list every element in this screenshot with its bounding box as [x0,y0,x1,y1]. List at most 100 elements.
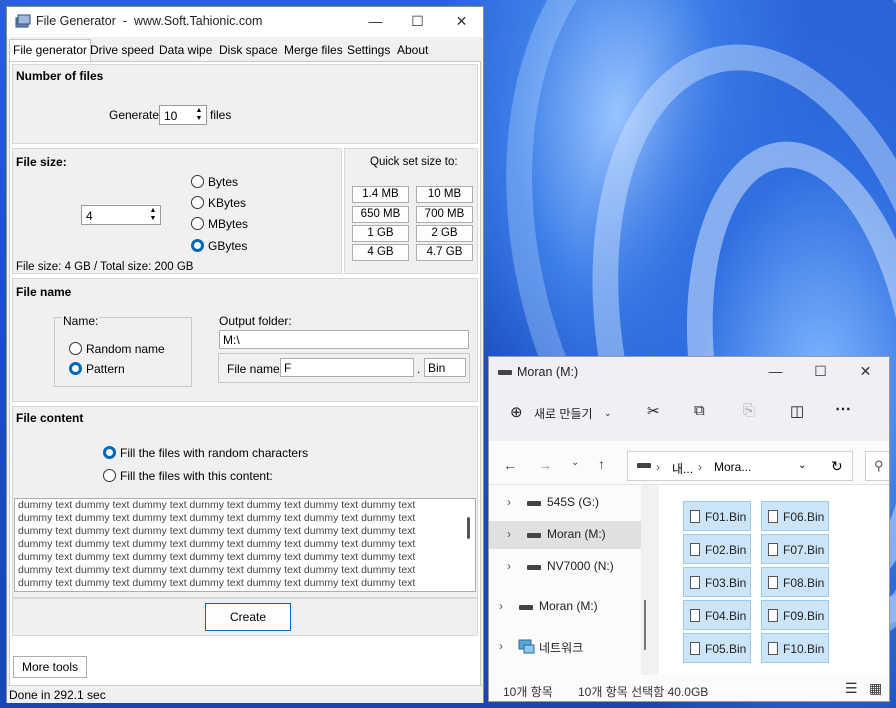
unit-kbytes-radio[interactable] [191,196,204,209]
output-folder-field[interactable]: M:\ [219,330,469,349]
close-button[interactable]: ✕ [439,7,484,37]
custom-content-label: Fill the files with this content: [120,469,273,483]
file-item[interactable]: F10.Bin [761,633,829,663]
expand-chevron-icon[interactable]: › [507,527,511,541]
file-item[interactable]: F08.Bin [761,567,829,597]
recent-chevron-icon[interactable]: ⌄ [571,457,579,468]
file-item[interactable]: F05.Bin [683,633,751,663]
stepper-arrows-icon[interactable]: ▲ ▼ [194,107,204,123]
content-line: dummy text dummy text dummy text dummy t… [18,577,416,589]
quick-size-650mb-button[interactable]: 650 MB [352,206,409,223]
file-item[interactable]: F06.Bin [761,501,829,531]
tab-file-generator[interactable]: File generator [9,39,92,61]
file-count-value: 10 [164,109,178,123]
file-name-field[interactable]: F [280,358,414,377]
file-item[interactable]: F02.Bin [683,534,751,564]
quick-size-4-7gb-button[interactable]: 4.7 GB [416,244,473,261]
maximize-button[interactable]: ☐ [798,357,843,385]
file-item[interactable]: F01.Bin [683,501,751,531]
unit-gbytes-radio[interactable] [191,239,204,252]
tab-drive-speed[interactable]: Drive speed [90,41,154,60]
pattern-radio[interactable] [69,362,82,375]
cut-icon[interactable]: ✂ [647,402,660,420]
close-button[interactable]: ✕ [843,357,888,385]
chevron-down-icon[interactable]: ⌄ [604,408,612,419]
minimize-button[interactable]: — [353,7,398,37]
file-item[interactable]: F04.Bin [683,600,751,630]
breadcrumb-item[interactable]: 내... [672,460,693,477]
file-size-stepper[interactable]: 4 ▲ ▼ [81,205,161,225]
status-text: Done in 292.1 sec [9,688,106,702]
number-of-files-group: Number of files Generate 10 ▲ ▼ files [12,64,478,144]
unit-bytes-radio[interactable] [191,175,204,188]
details-view-icon[interactable]: ☰ [845,680,858,697]
content-textarea[interactable]: dummy text dummy text dummy text dummy t… [14,498,476,592]
title-bar[interactable]: File Generator - www.Soft.Tahionic.com —… [7,7,483,37]
custom-content-radio[interactable] [103,469,116,482]
tiles-view-icon[interactable]: ▦ [869,680,882,697]
quick-size-1-4mb-button[interactable]: 1.4 MB [352,186,409,203]
quick-size-700mb-button[interactable]: 700 MB [416,206,473,223]
maximize-button[interactable]: ☐ [395,7,440,37]
breadcrumb-separator-icon: › [656,460,660,474]
explorer-title: Moran (M:) [517,365,579,379]
document-icon [768,543,778,556]
extension-field[interactable]: Bin [424,358,466,377]
nav-item-label: Moran (M:) [547,527,606,541]
tab-disk-space[interactable]: Disk space [219,41,278,60]
nav-item-network[interactable]: › 네트워크 [489,633,647,661]
nav-scrollbar-thumb[interactable] [644,600,646,650]
expand-chevron-icon[interactable]: › [507,495,511,509]
nav-item-nv7000[interactable]: › NV7000 (N:) [489,553,647,581]
address-bar[interactable]: › 내... › Mora... ⌄ ↻ [627,451,853,481]
unit-mbytes-radio[interactable] [191,217,204,230]
paste-icon[interactable]: ⎘ [743,402,755,419]
stepper-arrows-icon[interactable]: ▲ ▼ [148,207,158,223]
tab-data-wipe[interactable]: Data wipe [159,41,212,60]
file-count-stepper[interactable]: 10 ▲ ▼ [159,105,207,125]
file-item[interactable]: F03.Bin [683,567,751,597]
file-item[interactable]: F07.Bin [761,534,829,564]
new-plus-icon[interactable]: ⊕ [510,403,523,421]
tab-merge-files[interactable]: Merge files [284,41,343,60]
copy-icon[interactable]: ⧉ [694,402,705,419]
minimize-button[interactable]: — [753,357,798,385]
unit-mbytes-label: MBytes [208,217,249,231]
tab-settings[interactable]: Settings [347,41,390,60]
content-line: dummy text dummy text dummy text dummy t… [18,564,416,576]
content-scrollbar[interactable] [467,517,470,539]
file-item[interactable]: F09.Bin [761,600,829,630]
quick-size-1gb-button[interactable]: 1 GB [352,225,409,242]
random-name-radio[interactable] [69,342,82,355]
forward-arrow-icon[interactable]: → [538,457,552,473]
breadcrumb-separator-icon: › [698,460,702,474]
pattern-label: Pattern [86,362,125,376]
nav-item-545s[interactable]: › 545S (G:) [489,489,647,517]
random-characters-radio[interactable] [103,446,116,459]
search-box[interactable]: ⚲ [865,451,889,481]
refresh-icon[interactable]: ↻ [831,458,843,475]
file-name-label: File name: [227,362,284,376]
quick-size-10mb-button[interactable]: 10 MB [416,186,473,203]
rename-icon[interactable]: ◫ [790,402,804,420]
new-button[interactable]: 새로 만들기 [534,405,593,422]
nav-item-moran[interactable]: › Moran (M:) [489,521,647,549]
expand-chevron-icon[interactable]: › [499,639,503,653]
expand-chevron-icon[interactable]: › [507,559,511,573]
tab-about[interactable]: About [397,41,428,60]
more-options-icon[interactable]: ⋯ [835,399,851,419]
address-dropdown-icon[interactable]: ⌄ [798,460,806,471]
file-name-box: File name: F . Bin [218,353,470,383]
nav-item-moran-root[interactable]: › Moran (M:) [489,593,647,621]
quick-size-2gb-button[interactable]: 2 GB [416,225,473,242]
create-button[interactable]: Create [205,603,291,631]
more-tools-button[interactable]: More tools [13,656,87,678]
back-arrow-icon[interactable]: ← [503,457,517,473]
up-arrow-icon[interactable]: ↑ [598,456,605,472]
expand-chevron-icon[interactable]: › [499,599,503,613]
quick-size-4gb-button[interactable]: 4 GB [352,244,409,261]
unit-gbytes-label: GBytes [208,239,248,253]
nav-scrollbar-track[interactable] [641,485,649,675]
breadcrumb-item[interactable]: Mora... [714,460,751,474]
explorer-header: Moran (M:) — ☐ ✕ ⊕ 새로 만들기 ⌄ ✂ ⧉ ⎘ ◫ ⋯ [489,357,889,441]
